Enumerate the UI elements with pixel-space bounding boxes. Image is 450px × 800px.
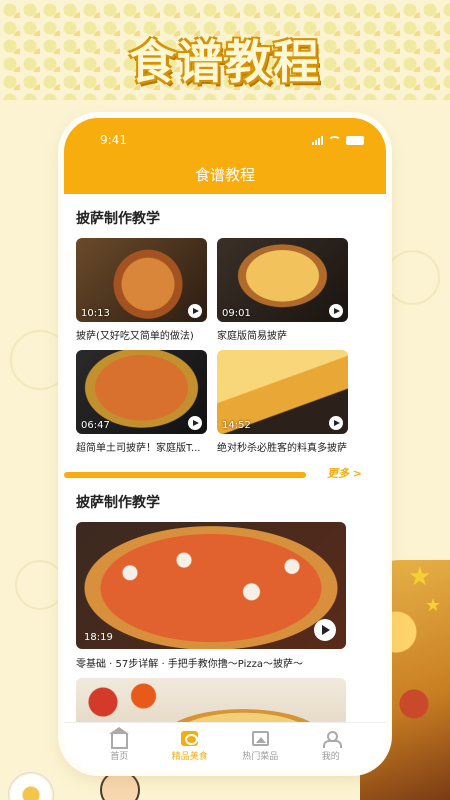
flower-decoration (8, 772, 54, 800)
video-duration: 10:13 (81, 308, 110, 319)
video-title[interactable]: 家庭版简易披萨 (217, 327, 348, 342)
star-icon: ★ (408, 562, 432, 592)
featured-video-card[interactable]: 18:19 零基础 · 57步详解 · 手把手教你撸～Pizza～披萨～ (76, 522, 346, 670)
video-thumbnail[interactable]: 09:01 (217, 238, 348, 322)
section-title: 披萨制作教学 (76, 211, 160, 227)
tab-label: 我的 (321, 752, 340, 762)
bottom-tab-bar: 首页 精品美食 热门菜品 我的 (64, 722, 386, 770)
video-title[interactable]: 超简单土司披萨！家庭版T... (76, 439, 207, 454)
play-icon[interactable] (188, 416, 202, 430)
video-duration: 14:52 (222, 420, 251, 431)
video-duration: 09:01 (222, 308, 251, 319)
tab-label: 首页 (110, 752, 129, 762)
food-icon (181, 731, 199, 746)
scroll-indicator (64, 472, 306, 478)
video-card[interactable]: 14:52 绝对秒杀必胜客的料真多披萨 (217, 350, 348, 454)
star-icon: ★ (425, 595, 442, 616)
tab-home[interactable]: 首页 (89, 727, 149, 762)
tab-featured-food[interactable]: 精品美食 (160, 731, 220, 762)
status-icons (312, 135, 364, 145)
wifi-icon (328, 135, 341, 145)
tab-popular-dishes[interactable]: 热门菜品 (230, 731, 290, 762)
video-duration: 06:47 (81, 420, 110, 431)
video-card[interactable]: 06:47 超简单土司披萨！家庭版T... (76, 350, 207, 454)
tab-label: 热门菜品 (242, 752, 279, 762)
play-icon[interactable] (188, 304, 202, 318)
video-card[interactable]: 10:13 披萨(又好吃又简单的做法) (76, 238, 207, 342)
phone-frame: 9:41 食谱教程 披萨制作教学 10:13 披萨(又好吃又简单的做法) 09:… (64, 118, 386, 770)
main-content: 披萨制作教学 10:13 披萨(又好吃又简单的做法) 09:01 家庭版简易披萨… (64, 208, 386, 738)
video-title[interactable]: 绝对秒杀必胜客的料真多披萨 (217, 439, 348, 454)
play-icon[interactable] (329, 304, 343, 318)
promo-headline: 食谱教程 (129, 35, 321, 89)
tab-mine[interactable]: 我的 (301, 731, 361, 762)
cartoon-kid-decoration (100, 770, 140, 800)
status-bar: 9:41 (64, 118, 386, 156)
circle-doodle (15, 560, 65, 610)
video-card[interactable]: 09:01 家庭版简易披萨 (217, 238, 348, 342)
more-link[interactable]: 更多 > (327, 465, 362, 481)
play-icon[interactable] (314, 619, 336, 641)
battery-icon (346, 135, 364, 145)
status-time: 9:41 (100, 133, 127, 147)
tab-label: 精品美食 (171, 752, 208, 762)
play-icon[interactable] (329, 416, 343, 430)
video-grid: 10:13 披萨(又好吃又简单的做法) 09:01 家庭版简易披萨 06:47 … (76, 238, 374, 454)
video-thumbnail[interactable]: 18:19 (76, 522, 346, 649)
more-row: 更多 > (64, 464, 374, 484)
picture-icon (251, 731, 269, 746)
user-icon (322, 731, 343, 748)
nav-title: 食谱教程 (64, 156, 386, 194)
video-title[interactable]: 披萨(又好吃又简单的做法) (76, 327, 207, 342)
home-icon (108, 727, 129, 749)
video-title[interactable]: 零基础 · 57步详解 · 手把手教你撸～Pizza～披萨～ (76, 655, 346, 670)
video-thumbnail[interactable]: 10:13 (76, 238, 207, 322)
signal-icon (312, 135, 323, 145)
video-duration: 18:19 (84, 632, 113, 643)
video-thumbnail[interactable]: 14:52 (217, 350, 348, 434)
pizza-doodle (385, 250, 440, 305)
video-thumbnail[interactable]: 06:47 (76, 350, 207, 434)
section-title: 披萨制作教学 (76, 495, 160, 511)
leaf-doodle (10, 330, 70, 390)
